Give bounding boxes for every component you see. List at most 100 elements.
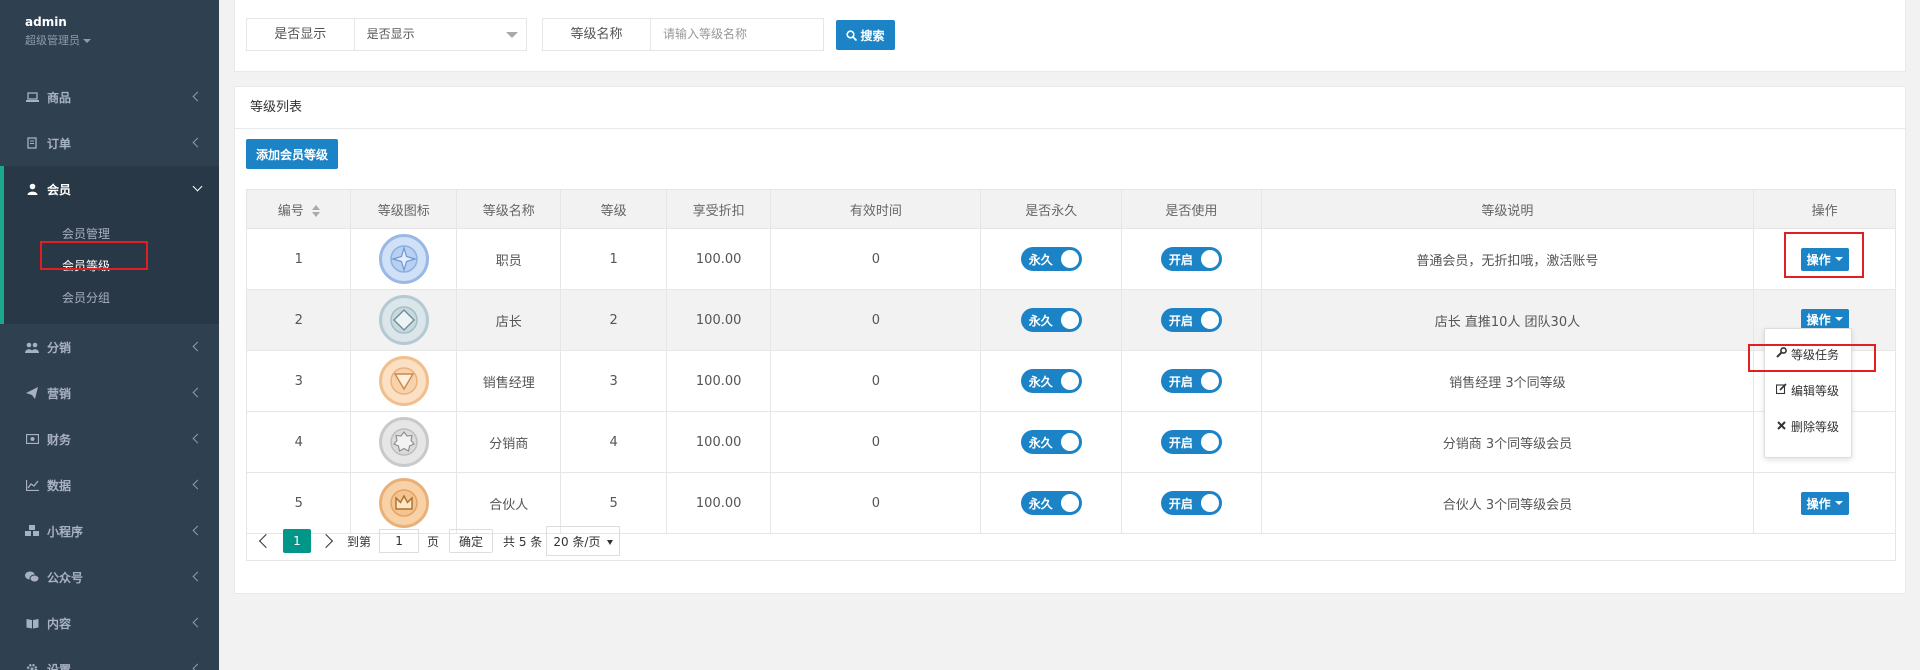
user-role[interactable]: 超级管理员 bbox=[25, 32, 219, 48]
page-current[interactable]: 1 bbox=[283, 529, 311, 553]
sidebar-item-content[interactable]: 内容 bbox=[0, 600, 219, 646]
toggle-knob bbox=[1200, 250, 1219, 268]
highlight-box-member-level bbox=[40, 241, 148, 270]
cubes-icon bbox=[25, 524, 39, 538]
sidebar: admin 超级管理员 商品 订单 会员 会员管理 会员等级 会员分组 分销 营… bbox=[0, 0, 219, 670]
cell-time: 0 bbox=[770, 411, 982, 473]
pagination: 1 到第 1 页 确定 共 5 条 20 条/页 bbox=[246, 522, 1896, 561]
permanent-toggle[interactable]: 永久 bbox=[1020, 430, 1082, 454]
goto-confirm-button[interactable]: 确定 bbox=[449, 529, 494, 553]
prev-page-icon[interactable] bbox=[258, 533, 274, 549]
paper-plane-icon bbox=[25, 386, 39, 400]
chevron-left-icon bbox=[192, 387, 203, 398]
toggle-label: 开启 bbox=[1168, 496, 1193, 511]
sidebar-item-label: 财务 bbox=[47, 432, 72, 447]
show-filter-label: 是否显示 bbox=[247, 19, 355, 50]
show-select-value: 是否显示 bbox=[366, 27, 415, 41]
sidebar-item-label: 公众号 bbox=[47, 570, 84, 585]
sidebar-item-label: 数据 bbox=[47, 478, 72, 493]
table-row: 3 销售经理 3 100.00 0 永久 开启 销售经理 3个同等级 bbox=[245, 350, 1896, 412]
cell-enabled: 开启 bbox=[1121, 228, 1262, 290]
name-search-input[interactable]: 请输入等级名称 bbox=[651, 19, 823, 50]
triangle-badge-icon bbox=[378, 356, 429, 406]
col-header-label: 编号 bbox=[277, 203, 304, 219]
cell-badge bbox=[350, 228, 457, 290]
col-header-name: 等级名称 bbox=[455, 189, 562, 229]
total-count: 共 5 条 bbox=[503, 534, 543, 549]
show-filter: 是否显示 是否显示 bbox=[246, 18, 527, 51]
enabled-toggle[interactable]: 开启 bbox=[1160, 247, 1222, 271]
caret-down-icon bbox=[83, 39, 91, 43]
sidebar-item-finance[interactable]: 财务 bbox=[0, 416, 219, 462]
permanent-toggle[interactable]: 永久 bbox=[1020, 369, 1082, 393]
enabled-toggle[interactable]: 开启 bbox=[1160, 308, 1222, 332]
cell-time: 0 bbox=[770, 350, 982, 412]
toggle-label: 开启 bbox=[1168, 252, 1193, 267]
user-name: admin bbox=[25, 15, 67, 29]
menu-item-edit-level[interactable]: 编辑等级 bbox=[1765, 373, 1851, 409]
cell-discount: 100.00 bbox=[665, 228, 772, 290]
enabled-toggle[interactable]: 开启 bbox=[1160, 369, 1222, 393]
star-badge-icon bbox=[378, 234, 429, 284]
toggle-knob bbox=[1060, 433, 1079, 451]
permanent-toggle[interactable]: 永久 bbox=[1020, 491, 1082, 515]
show-select[interactable]: 是否显示 bbox=[355, 19, 526, 50]
sidebar-item-members[interactable]: 会员 bbox=[0, 166, 219, 212]
cell-permanent: 永久 bbox=[980, 289, 1123, 351]
enabled-toggle[interactable]: 开启 bbox=[1160, 430, 1222, 454]
col-header-enabled: 是否使用 bbox=[1121, 189, 1262, 229]
cell-id: 2 bbox=[245, 289, 352, 351]
chevron-left-icon bbox=[192, 571, 203, 582]
sidebar-item-marketing[interactable]: 营销 bbox=[0, 370, 219, 416]
col-header-level: 等级 bbox=[560, 189, 667, 229]
sidebar-item-label: 商品 bbox=[47, 90, 72, 105]
toggle-knob bbox=[1200, 494, 1219, 512]
toggle-label: 永久 bbox=[1028, 435, 1053, 450]
sidebar-item-miniprogram[interactable]: 小程序 bbox=[0, 508, 219, 554]
crown-badge-icon bbox=[378, 478, 429, 528]
sidebar-item-distribution[interactable]: 分销 bbox=[0, 324, 219, 370]
chevron-left-icon bbox=[192, 479, 203, 490]
money-icon bbox=[25, 432, 39, 446]
cell-description: 店长 直推10人 团队30人 bbox=[1260, 289, 1755, 351]
chevron-left-icon bbox=[192, 433, 203, 444]
edit-icon bbox=[1775, 373, 1787, 409]
toggle-knob bbox=[1200, 433, 1219, 451]
add-level-button[interactable]: 添加会员等级 bbox=[246, 139, 338, 169]
cell-level: 2 bbox=[560, 289, 667, 351]
sidebar-item-label: 内容 bbox=[47, 616, 72, 631]
level-list-panel: 等级列表 添加会员等级 编号 等级图标 等级名称 等级 享受折扣 有效时间 是否… bbox=[234, 86, 1906, 594]
goto-page-input[interactable]: 1 bbox=[379, 529, 420, 553]
toggle-knob bbox=[1060, 372, 1079, 390]
sidebar-item-label: 小程序 bbox=[47, 524, 84, 539]
sidebar-item-data[interactable]: 数据 bbox=[0, 462, 219, 508]
submenu-member-group[interactable]: 会员分组 bbox=[4, 282, 219, 314]
next-page-icon[interactable] bbox=[318, 533, 334, 549]
sort-icon[interactable] bbox=[311, 205, 320, 217]
action-button[interactable]: 操作 bbox=[1800, 491, 1849, 515]
sidebar-item-official-account[interactable]: 公众号 bbox=[0, 554, 219, 600]
cell-permanent: 永久 bbox=[980, 228, 1123, 290]
toggle-knob bbox=[1200, 372, 1219, 390]
caret-down-icon bbox=[1834, 317, 1843, 321]
user-profile[interactable]: admin 超级管理员 bbox=[0, 0, 219, 60]
cell-discount: 100.00 bbox=[665, 289, 772, 351]
enabled-toggle[interactable]: 开启 bbox=[1160, 491, 1222, 515]
col-header-actions: 操作 bbox=[1753, 189, 1896, 229]
table-row: 2 店长 2 100.00 0 永久 开启 店长 直推10人 团队30人 操作 bbox=[245, 289, 1896, 351]
sidebar-item-goods[interactable]: 商品 bbox=[0, 74, 219, 120]
document-icon bbox=[25, 136, 39, 150]
permanent-toggle[interactable]: 永久 bbox=[1020, 247, 1082, 271]
sidebar-item-settings[interactable]: 设置 bbox=[0, 646, 219, 670]
page-size-select[interactable]: 20 条/页 bbox=[546, 526, 621, 556]
sidebar-item-label: 营销 bbox=[47, 386, 72, 401]
sidebar-item-label: 会员 bbox=[47, 182, 72, 197]
permanent-toggle[interactable]: 永久 bbox=[1020, 308, 1082, 332]
cell-badge bbox=[350, 289, 457, 351]
cell-id: 4 bbox=[245, 411, 352, 473]
search-button[interactable]: 搜索 bbox=[836, 20, 895, 50]
sidebar-item-orders[interactable]: 订单 bbox=[0, 120, 219, 166]
col-header-id[interactable]: 编号 bbox=[245, 189, 352, 229]
action-button[interactable]: 操作 bbox=[1800, 309, 1849, 329]
menu-item-delete-level[interactable]: 删除等级 bbox=[1765, 409, 1851, 445]
